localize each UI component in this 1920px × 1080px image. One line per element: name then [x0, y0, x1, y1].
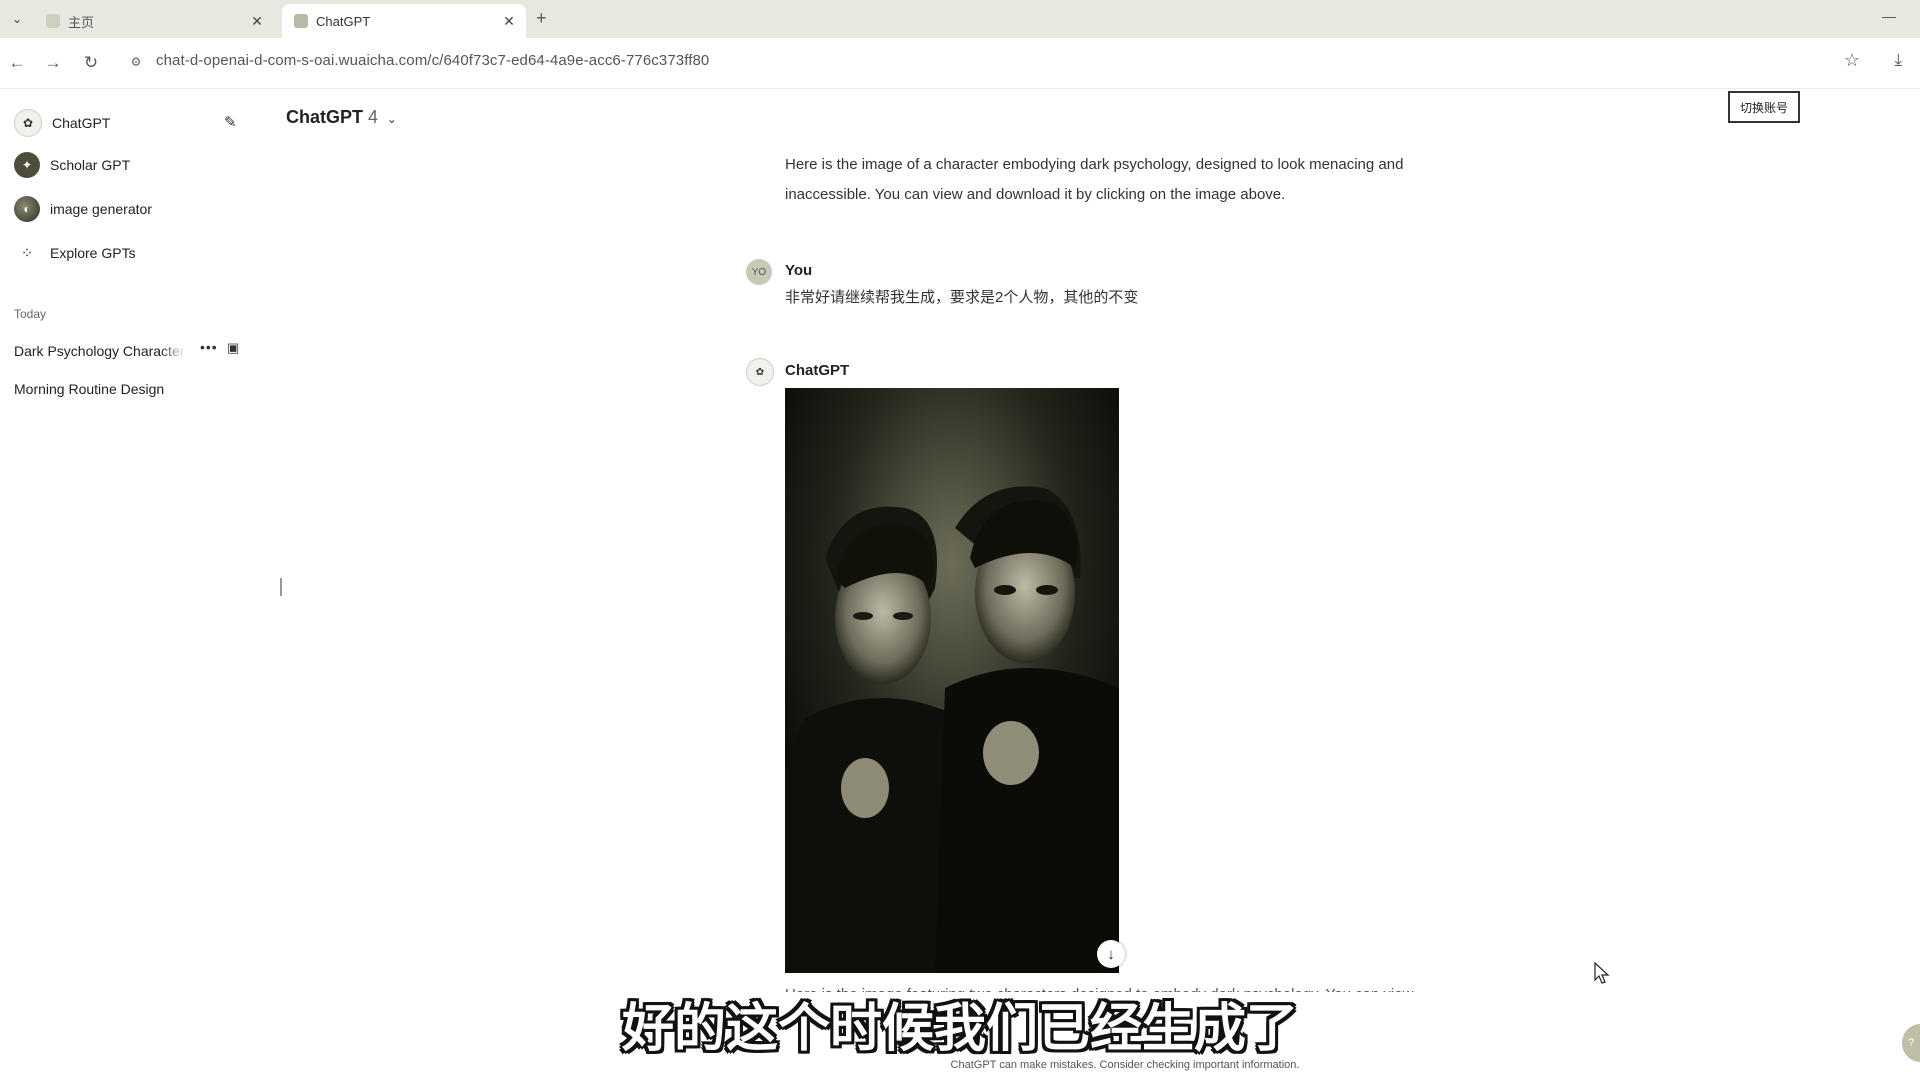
address-bar[interactable]: chat-d-openai-d-com-s-oai.wuaicha.com/c/…	[156, 52, 709, 69]
mouse-cursor-icon	[1594, 962, 1610, 984]
tab-label: 主页	[68, 14, 95, 30]
grid-icon: ⁘	[20, 245, 34, 262]
generated-image[interactable]	[785, 388, 1119, 973]
sidebar-item-label: image generator	[50, 201, 152, 217]
tab-search-chevron-icon[interactable]: ⌄	[6, 8, 28, 30]
back-arrow-icon[interactable]: ←	[4, 50, 30, 76]
chatgpt-tab-favicon-icon	[294, 14, 308, 28]
assistant-message-text: Here is the image of a character embodyi…	[785, 156, 1404, 203]
close-tab-icon[interactable]: ✕	[498, 13, 520, 30]
archive-icon[interactable]: ▣	[227, 340, 239, 356]
sidebar-item-chatgpt[interactable]: ✿ ChatGPT	[14, 107, 110, 139]
download-icon[interactable]: ⤓	[1894, 50, 1902, 70]
model-version: 4	[368, 107, 379, 127]
chevron-down-icon: ⌄	[387, 114, 397, 126]
user-name: You	[785, 262, 813, 279]
sidebar-resize-handle[interactable]	[280, 578, 282, 596]
sidebar-item-label: Explore GPTs	[50, 245, 136, 261]
user-avatar: YO	[746, 259, 772, 285]
close-tab-icon[interactable]: ✕	[246, 13, 268, 30]
bookmark-star-icon[interactable]: ☆	[1844, 50, 1860, 71]
scholar-gpt-icon: ✦	[14, 152, 40, 178]
history-item-dark-psychology[interactable]: Dark Psychology Character	[14, 343, 186, 359]
user-message-text: 非常好请继续帮我生成，要求是2个人物，其他的不变	[785, 289, 1139, 306]
image-generator-icon: ◐	[14, 196, 40, 222]
tab-home[interactable]: 主页 ✕	[34, 4, 274, 38]
reload-icon[interactable]: ↻	[78, 50, 104, 76]
chatgpt-logo-icon: ✿	[14, 109, 42, 137]
switch-account-button[interactable]: 切换账号	[1728, 91, 1800, 123]
sidebar: ✿ ChatGPT ✎ ✦ Scholar GPT ◐ image genera…	[0, 89, 262, 1080]
sidebar-item-label: ChatGPT	[52, 115, 111, 131]
generated-image-art	[785, 388, 1119, 973]
model-selector[interactable]: ChatGPT 4 ⌄	[286, 107, 396, 128]
new-tab-button[interactable]: +	[536, 8, 547, 29]
site-info-icon[interactable]: ⚙	[126, 52, 146, 72]
assistant-name: ChatGPT	[785, 362, 850, 379]
chatgpt-avatar-icon: ✿	[746, 358, 774, 386]
sidebar-item-image-generator[interactable]: ◐ image generator	[14, 193, 152, 225]
sidebar-item-label: Scholar GPT	[50, 157, 131, 173]
history-item-morning-routine[interactable]: Morning Routine Design	[14, 381, 164, 397]
sidebar-item-explore-gpts[interactable]: ⁘ Explore GPTs	[14, 237, 136, 269]
more-options-icon[interactable]: •••	[200, 339, 218, 355]
browser-toolbar: ← → ↻ ⚙ chat-d-openai-d-com-s-oai.wuaich…	[0, 38, 1920, 89]
history-section-label: Today	[14, 307, 47, 321]
video-subtitle: 好的这个时候我们已经生成了	[621, 1000, 1298, 1058]
home-tab-favicon-icon	[46, 14, 60, 28]
model-name: ChatGPT	[286, 107, 364, 127]
tab-chatgpt[interactable]: ChatGPT ✕	[282, 4, 526, 38]
download-image-icon[interactable]: ↓	[1097, 940, 1125, 968]
minimize-icon[interactable]: —	[1882, 8, 1896, 24]
new-chat-edit-icon[interactable]: ✎	[224, 113, 237, 131]
forward-arrow-icon[interactable]: →	[40, 50, 66, 76]
sidebar-item-scholar-gpt[interactable]: ✦ Scholar GPT	[14, 149, 130, 181]
tab-label: ChatGPT	[316, 13, 371, 29]
tab-bar: ⌄ 主页 ✕ ChatGPT ✕ + —	[0, 0, 1920, 39]
disclaimer-text: ChatGPT can make mistakes. Consider chec…	[950, 1059, 1300, 1071]
